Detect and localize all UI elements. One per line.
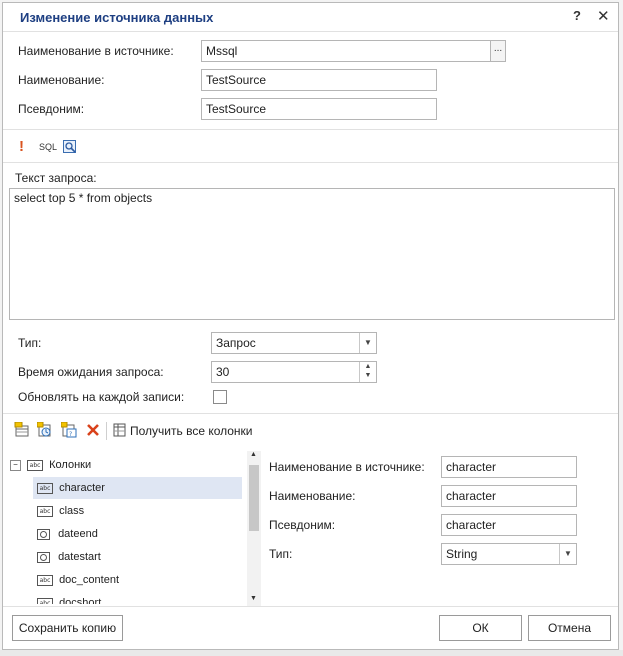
alias-label: Псевдоним:: [18, 102, 85, 116]
abc-icon: abc: [37, 597, 53, 604]
tree-root-label: Колонки: [49, 459, 92, 471]
source-name-input[interactable]: Mssql: [201, 40, 491, 62]
abc-icon: abc: [27, 459, 44, 471]
clock-icon: [37, 528, 50, 540]
save-copy-button[interactable]: Сохранить копию: [12, 615, 123, 641]
column-type-value: String: [446, 547, 478, 561]
title-bar: Изменение источника данных ? ✕: [3, 3, 618, 32]
column-name-input[interactable]: character: [441, 485, 577, 507]
name-label: Наименование:: [18, 73, 105, 87]
column-type-label: Тип:: [269, 547, 293, 561]
delete-icon[interactable]: [85, 422, 101, 441]
separator: [3, 129, 618, 130]
tree-scrollbar[interactable]: ▲ ▼: [247, 451, 261, 606]
scrollbar-thumb[interactable]: [249, 465, 259, 531]
tree-item-class[interactable]: abc class: [37, 500, 84, 522]
abc-icon: abc: [37, 505, 53, 517]
tree-item-label: docshort: [59, 597, 102, 604]
refresh-label: Обновлять на каждой записи:: [18, 390, 185, 404]
chevron-down-icon[interactable]: ▼: [559, 544, 576, 564]
refresh-columns-icon[interactable]: [36, 421, 53, 441]
columns-tree: − abc Колонки abc character abc class da…: [8, 451, 262, 604]
timeout-label: Время ожидания запроса:: [18, 365, 164, 379]
abc-icon: abc: [37, 574, 53, 586]
dialog-title: Изменение источника данных: [20, 10, 214, 25]
sql-button[interactable]: SQL: [39, 142, 57, 152]
tree-item-dateend[interactable]: dateend: [37, 523, 98, 545]
tree-item-doc-content[interactable]: abc doc_content: [37, 569, 119, 591]
column-alias-input[interactable]: character: [441, 514, 577, 536]
background-strip: [0, 650, 623, 656]
timeout-stepper[interactable]: 30 ▲ ▼: [211, 361, 377, 383]
column-alias-label: Псевдоним:: [269, 518, 336, 532]
browse-button[interactable]: ...: [490, 40, 506, 62]
tree-item-label: character: [59, 482, 105, 494]
separator: [3, 162, 618, 163]
separator: [3, 606, 618, 607]
type-label: Тип:: [18, 336, 42, 350]
alias-input[interactable]: TestSource: [201, 98, 437, 120]
timeout-value: 30: [216, 365, 230, 379]
tree-item-label: class: [59, 505, 85, 517]
tree-item-docshort[interactable]: abc docshort: [37, 592, 101, 604]
collapse-icon[interactable]: −: [10, 459, 21, 471]
scroll-down-icon[interactable]: ▼: [250, 595, 257, 602]
toolbar-divider: [106, 422, 107, 440]
source-name-label: Наименование в источнике:: [18, 44, 174, 58]
chevron-down-icon[interactable]: ▼: [359, 333, 376, 353]
column-name-label: Наименование:: [269, 489, 356, 503]
help-button[interactable]: ?: [573, 8, 581, 23]
tree-item-label: doc_content: [59, 574, 119, 586]
ok-button[interactable]: ОК: [439, 615, 522, 641]
column-properties-icon[interactable]: ?: [60, 421, 77, 441]
tree-item-character[interactable]: abc character: [33, 477, 242, 499]
refresh-checkbox[interactable]: [213, 390, 227, 404]
type-select-value: Запрос: [216, 336, 256, 350]
add-column-icon[interactable]: [14, 421, 30, 441]
column-source-name-input[interactable]: character: [441, 456, 577, 478]
exclamation-icon[interactable]: !: [19, 138, 24, 155]
type-select[interactable]: Запрос ▼: [211, 332, 377, 354]
column-source-name-label: Наименование в источнике:: [269, 460, 425, 474]
separator: [3, 413, 618, 414]
tree-item-datestart[interactable]: datestart: [37, 546, 101, 568]
tree-root[interactable]: − abc Колонки: [10, 454, 91, 476]
clock-icon: [37, 551, 50, 563]
tree-item-label: dateend: [58, 528, 98, 540]
query-preview-icon[interactable]: [63, 140, 77, 157]
abc-icon: abc: [37, 482, 53, 494]
get-all-columns-button[interactable]: Получить все колонки: [130, 424, 253, 438]
cancel-button[interactable]: Отмена: [528, 615, 611, 641]
scroll-up-icon[interactable]: ▲: [250, 451, 257, 458]
edit-datasource-dialog: Изменение источника данных ? ✕ Наименова…: [2, 2, 619, 650]
name-input[interactable]: TestSource: [201, 69, 437, 91]
close-button[interactable]: ✕: [597, 7, 610, 25]
query-textarea[interactable]: select top 5 * from objects: [9, 188, 615, 320]
query-text-label: Текст запроса:: [15, 171, 97, 185]
svg-text:?: ?: [69, 431, 72, 438]
tree-item-label: datestart: [58, 551, 101, 563]
get-columns-icon[interactable]: [113, 423, 127, 441]
column-type-select[interactable]: String ▼: [441, 543, 577, 565]
spin-arrows-icon[interactable]: ▲ ▼: [359, 362, 376, 382]
